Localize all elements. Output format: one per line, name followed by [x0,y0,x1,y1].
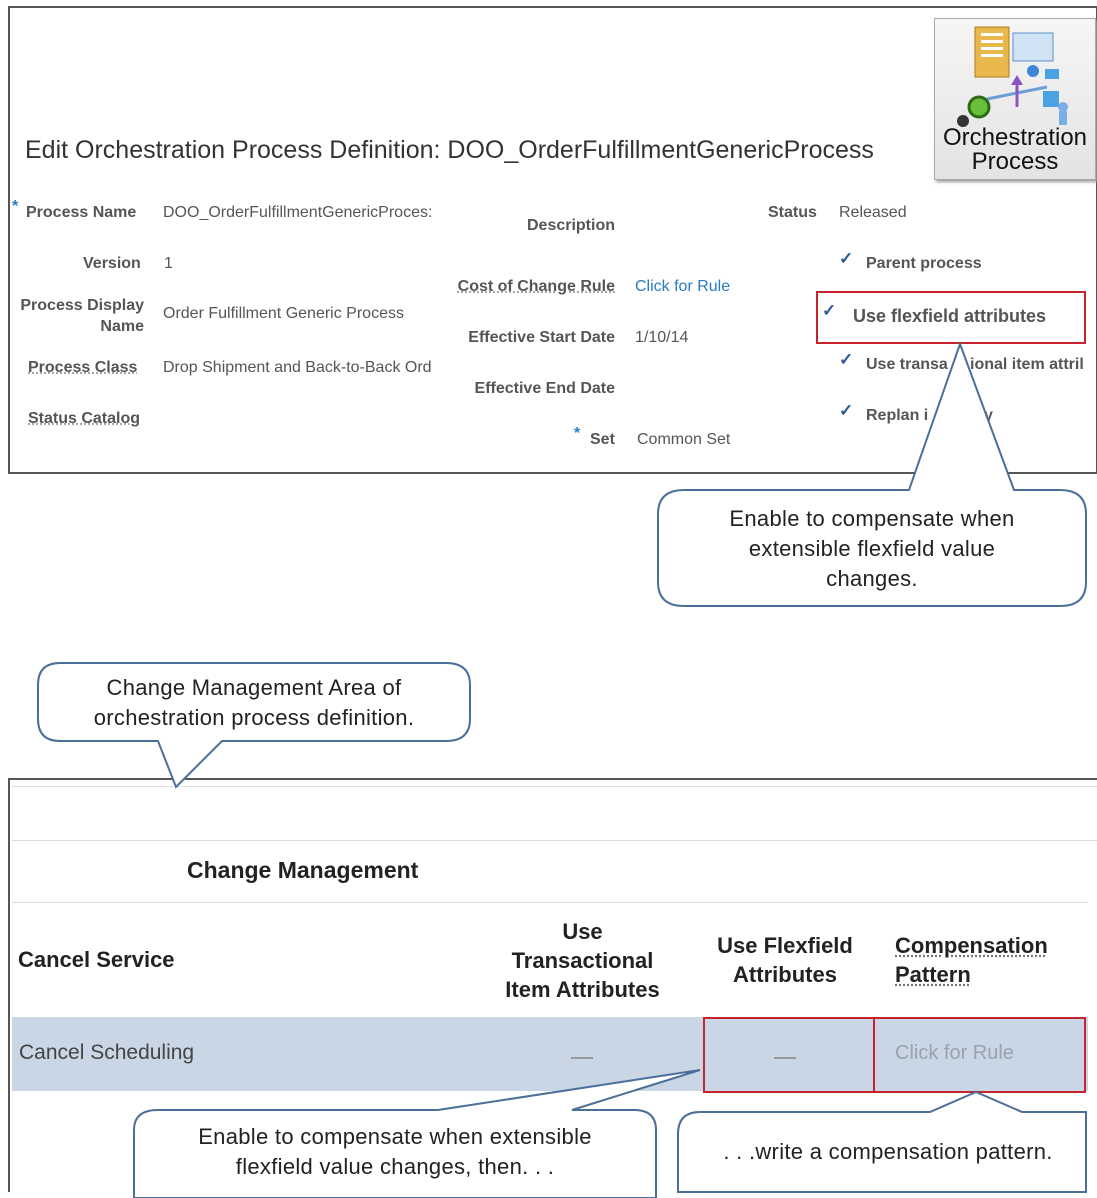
header-use-flexfield-line2: Attributes [700,960,870,989]
change-management-title: Change Management [187,857,418,884]
callout-flexfield-line3: changes. [658,564,1086,594]
header-cancel-service: Cancel Service [18,945,175,974]
callout-change-mgmt-line1: Change Management Area of [38,673,470,703]
callout-write-pattern-text: . . .write a compensation pattern. [690,1137,1086,1167]
callout-enable-then-line1: Enable to compensate when extensible [134,1122,656,1152]
separator-line [12,902,1088,903]
separator-line [12,840,1097,841]
header-use-transactional-line1: Use [490,917,675,946]
callout-flexfield-line2: extensible flexfield value [658,534,1086,564]
header-use-flexfield-line1: Use Flexfield [700,931,870,960]
compensation-pattern-link[interactable]: Click for Rule [895,1042,1014,1065]
header-use-transactional-line2: Transactional [490,946,675,975]
callout-enable-then-line2: flexfield value changes, then. . . [134,1152,656,1182]
header-use-transactional-line3: Item Attributes [490,975,675,1004]
header-compensation-pattern-line2[interactable]: Pattern [895,960,971,989]
header-compensation-pattern-line1[interactable]: Compensation [895,931,1048,960]
callout-change-mgmt-line2: orchestration process definition. [38,703,470,733]
callout-flexfield-line1: Enable to compensate when [658,504,1086,534]
